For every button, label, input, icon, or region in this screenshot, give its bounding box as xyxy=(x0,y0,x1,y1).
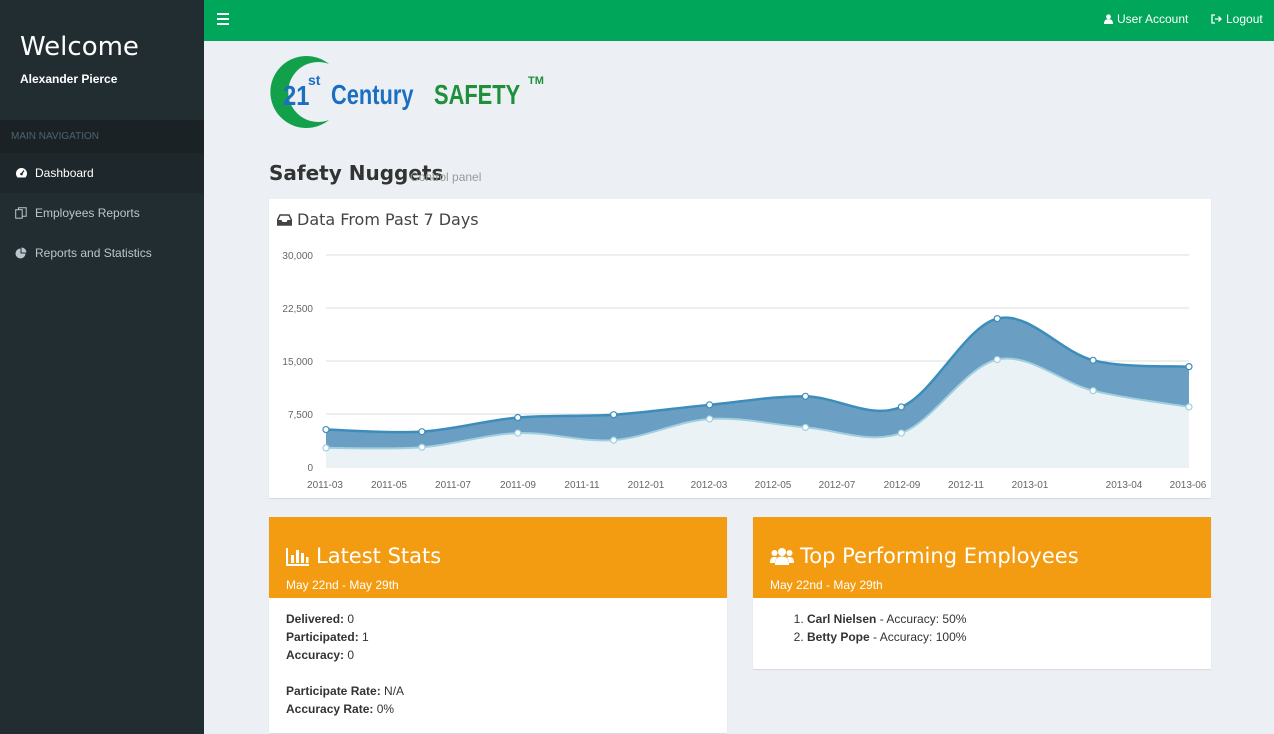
stat-participate-rate: Participate Rate: N/A xyxy=(286,684,405,698)
data-point-lower xyxy=(705,415,714,423)
data-point-lower xyxy=(610,436,618,444)
top-navbar: User Account Logout xyxy=(204,0,1274,41)
x-tick-label: 2011-11 xyxy=(564,480,600,491)
user-account-label: User Account xyxy=(1117,12,1189,26)
data-point-lower xyxy=(322,444,330,452)
dashboard-icon xyxy=(13,166,29,180)
data-point-upper xyxy=(1089,356,1097,364)
logo-century: Century xyxy=(331,79,414,110)
latest-stats-box: Latest Stats May 22nd - May 29th Deliver… xyxy=(269,517,727,733)
nav-header: MAIN NAVIGATION xyxy=(0,120,204,153)
y-tick-label: 30,000 xyxy=(282,251,313,262)
users-icon xyxy=(770,547,794,565)
logout-label: Logout xyxy=(1226,12,1263,26)
sidebar-item-dashboard[interactable]: Dashboard xyxy=(0,153,204,193)
data-point-upper xyxy=(1185,363,1193,371)
latest-stats-date: May 22nd - May 29th xyxy=(286,578,399,592)
data-point-lower xyxy=(418,443,426,451)
data-point-lower xyxy=(1089,387,1097,395)
data-point-upper xyxy=(610,411,618,419)
x-tick-label: 2012-07 xyxy=(819,480,856,491)
pie-chart-icon xyxy=(13,246,29,260)
area-chart: 30,000 22,500 15,000 7,500 0 2011-03 2011-05 20… xyxy=(282,251,1207,491)
stat-delivered: Delivered: 0 xyxy=(286,612,355,626)
stat-accuracy-rate: Accuracy Rate: 0% xyxy=(286,702,395,716)
x-tick-label: 2011-09 xyxy=(500,480,536,491)
x-tick-label: 2013-04 xyxy=(1106,480,1143,491)
data-point-upper xyxy=(993,314,1001,323)
sidebar-item-reports-statistics[interactable]: Reports and Statistics xyxy=(0,233,204,273)
top-employees-header: Top Performing Employees May 22nd - May … xyxy=(753,517,1211,598)
x-tick-label: 2012-03 xyxy=(691,480,728,491)
stat-accuracy: Accuracy: 0 xyxy=(286,648,355,662)
data-point-lower xyxy=(897,429,905,437)
sign-out-icon xyxy=(1211,14,1222,24)
welcome-heading: Welcome xyxy=(20,32,139,62)
top-employees-title: Top Performing Employees xyxy=(800,544,1079,568)
x-tick-label: 2011-03 xyxy=(307,480,343,491)
data-point-lower xyxy=(514,429,522,437)
sidebar: Welcome Alexander Pierce MAIN NAVIGATION… xyxy=(0,0,204,734)
data-point-upper xyxy=(705,401,714,409)
latest-stats-body: Delivered: 0 Participated: 1 Accuracy: 0… xyxy=(269,598,727,718)
data-point-upper xyxy=(322,425,330,434)
top-employees-body: Carl Nielsen - Accuracy: 50% Betty Pope … xyxy=(753,598,1211,646)
page-subtitle: Control panel xyxy=(410,170,482,184)
stat-participated: Participated: 1 xyxy=(286,630,369,644)
user-account-link[interactable]: User Account xyxy=(1104,12,1188,26)
data-point-upper xyxy=(897,403,905,411)
x-tick-label: 2013-01 xyxy=(1012,480,1049,491)
latest-stats-title: Latest Stats xyxy=(316,544,442,568)
data-point-lower xyxy=(993,355,1001,364)
logo-number: 21 xyxy=(283,80,310,111)
latest-stats-header: Latest Stats May 22nd - May 29th xyxy=(269,517,727,598)
y-tick-label: 7,500 xyxy=(288,410,313,421)
x-tick-label: 2011-07 xyxy=(435,480,471,491)
sidebar-toggle-icon[interactable] xyxy=(217,13,229,25)
sidebar-item-label: Employees Reports xyxy=(35,206,140,220)
logout-link[interactable]: Logout xyxy=(1211,12,1263,26)
list-item: Carl Nielsen - Accuracy: 50% xyxy=(807,610,1194,628)
x-tick-label: 2012-05 xyxy=(755,480,792,491)
logo-trademark: TM xyxy=(528,75,544,87)
y-tick-label: 0 xyxy=(307,463,313,474)
data-point-upper xyxy=(418,428,426,436)
data-point-upper xyxy=(514,413,522,422)
chart-box: Data From Past 7 Days 30,000 22,500 15,000… xyxy=(269,199,1211,498)
y-tick-label: 15,000 xyxy=(282,357,313,368)
y-tick-label: 22,500 xyxy=(282,304,313,315)
copy-icon xyxy=(13,206,29,220)
employee-list: Carl Nielsen - Accuracy: 50% Betty Pope … xyxy=(770,610,1194,646)
logo-safety: SAFETY xyxy=(434,79,521,110)
user-icon xyxy=(1104,14,1113,24)
sidebar-item-employees-reports[interactable]: Employees Reports xyxy=(0,193,204,233)
top-employees-box: Top Performing Employees May 22nd - May … xyxy=(753,517,1211,669)
x-tick-label: 2012-01 xyxy=(628,480,665,491)
x-tick-label: 2012-11 xyxy=(948,480,984,491)
data-point-lower xyxy=(801,423,810,432)
company-logo: 21 st Century SAFETY TM xyxy=(261,54,551,130)
x-tick-label: 2012-09 xyxy=(884,480,921,491)
data-point-lower xyxy=(1185,403,1193,411)
list-item: Betty Pope - Accuracy: 100% xyxy=(807,628,1194,646)
x-tick-label: 2013-06 xyxy=(1170,480,1207,491)
logo-superscript: st xyxy=(308,72,321,88)
bar-chart-icon xyxy=(286,547,309,566)
sidebar-item-label: Reports and Statistics xyxy=(35,246,152,260)
user-panel: Welcome Alexander Pierce xyxy=(0,0,204,120)
data-point-upper xyxy=(801,392,810,400)
user-name: Alexander Pierce xyxy=(20,72,118,86)
top-employees-date: May 22nd - May 29th xyxy=(770,578,883,592)
sidebar-item-label: Dashboard xyxy=(35,166,94,180)
x-tick-label: 2011-05 xyxy=(371,480,407,491)
